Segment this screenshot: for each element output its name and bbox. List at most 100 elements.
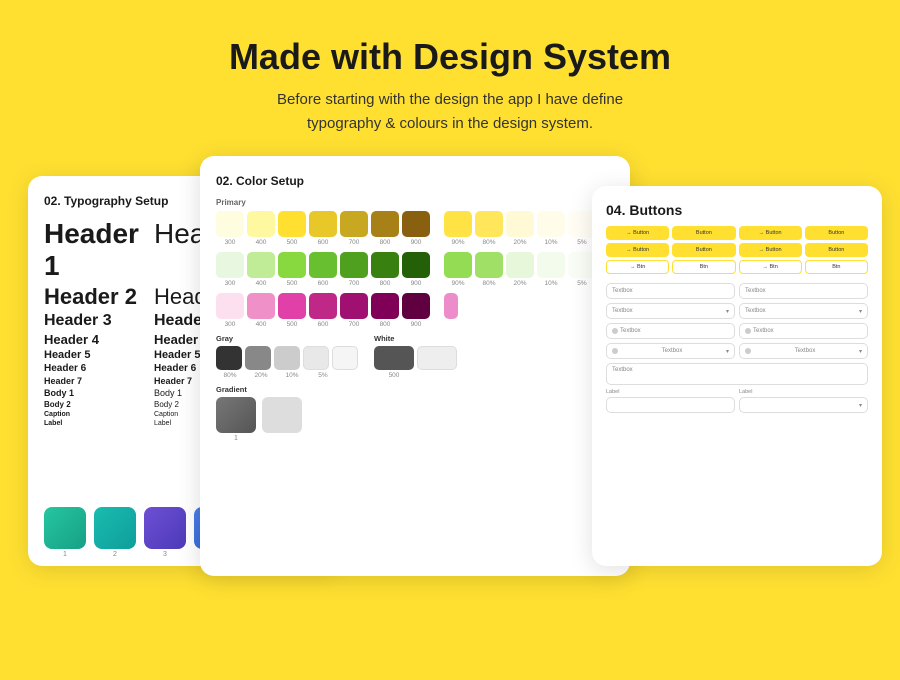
color-card-label: 02. Color Setup [216,174,614,188]
hero-title: Made with Design System [0,36,900,78]
yellow-10 [537,211,565,237]
green-400 [247,252,275,278]
pink-partial [444,293,458,319]
typo-h6-left: Header 6 [44,363,154,374]
grad-swatch-2 [94,507,136,549]
btn-outline-4[interactable]: Btn [805,260,868,274]
typo-h6-right: Header 6 [154,363,196,374]
green-10 [537,252,565,278]
gray-light [274,346,300,370]
gray-section: Gray 80% 20% 10% 5% [216,334,358,379]
input-row-1: Textbox Textbox [606,283,868,299]
pink-600 [309,293,337,319]
btn-row-1: → Button Button → Button Button [606,226,868,240]
yellow-400 [247,211,275,237]
icon-select-1[interactable]: Textbox ▾ [606,343,735,359]
hero-section: Made with Design System Before starting … [0,0,900,156]
user-icon-2 [745,328,751,334]
pink-900 [402,293,430,319]
labeled-input-2: Label ▾ [739,389,868,413]
primary-label: Primary [216,198,614,207]
grad-swatch-1 [44,507,86,549]
gradient-row: 1 [216,397,614,442]
typo-h1-left: Header 1 [44,218,154,282]
textbox-2[interactable]: Textbox [739,283,868,299]
yellow-color-row [216,211,614,237]
gray-labels: 80% 20% 10% 5% [216,372,358,379]
gray-lighter [303,346,329,370]
user-icon-3 [612,348,618,354]
yellow-600 [309,211,337,237]
typo-h4-left: Header 4 [44,332,154,347]
yellow-20 [506,211,534,237]
typo-h7-right: Header 7 [154,376,192,386]
gray-lightest [332,346,358,370]
white-row [374,346,457,370]
green-300 [216,252,244,278]
btn-arrow-2[interactable]: → Button [739,226,802,240]
green-color-row [216,252,614,278]
icon-select-2[interactable]: Textbox ▾ [739,343,868,359]
white-dark-bg [374,346,414,370]
icon-input-2[interactable]: Textbox [739,323,868,339]
btn-outline-1[interactable]: → Btn [606,260,669,274]
btn-plain-3[interactable]: Button [672,243,735,257]
green-labels: 300 400 500 600 700 800 900 90% 80% 20% … [216,280,614,287]
user-icon-4 [745,348,751,354]
btn-plain-2[interactable]: Button [805,226,868,240]
green-900 [402,252,430,278]
select-2[interactable]: Textbox ▾ [739,303,868,319]
pink-500 [278,293,306,319]
typo-body1-left: Body 1 [44,388,154,398]
green-500 [278,252,306,278]
pink-labels: 300 400 500 600 700 800 900 [216,321,614,328]
green-90 [444,252,472,278]
label-input-row: Label Label ▾ [606,389,868,413]
btn-arrow-3[interactable]: → Button [606,243,669,257]
typo-h2-left: Header 2 [44,284,154,310]
typo-h5-right: Header 5 [154,349,200,361]
gray-white-section: Gray 80% 20% 10% 5% White [216,334,614,379]
yellow-labels: 300 400 500 600 700 800 900 90% 80% 20% … [216,239,614,246]
yellow-500 [278,211,306,237]
gray-mid [245,346,271,370]
yellow-80 [475,211,503,237]
yellow-90 [444,211,472,237]
typo-h3-left: Header 3 [44,312,154,330]
btn-row-3: → Btn Btn → Btn Btn [606,260,868,274]
typo-body2-left: Body 2 [44,400,154,409]
pink-color-row [216,293,614,319]
btn-plain-1[interactable]: Button [672,226,735,240]
cards-area: 02. Typography Setup Header 1 Header 1 H… [0,156,900,616]
green-20 [506,252,534,278]
typo-h5-left: Header 5 [44,349,154,361]
white-labels: 500 [374,372,457,379]
input-row-3: Textbox Textbox [606,323,868,339]
typo-body2-right: Body 2 [154,400,179,409]
textarea-1[interactable]: Textbox [606,363,868,385]
pink-700 [340,293,368,319]
icon-input-1[interactable]: Textbox [606,323,735,339]
labeled-input-1: Label [606,389,735,413]
pink-400 [247,293,275,319]
green-80 [475,252,503,278]
btn-outline-2[interactable]: Btn [672,260,735,274]
typo-label-left: Label [44,420,154,427]
white-label: White [374,334,457,343]
yellow-800 [371,211,399,237]
green-600 [309,252,337,278]
labeled-select-1[interactable]: ▾ [739,397,868,413]
select-1[interactable]: Textbox ▾ [606,303,735,319]
textbox-1[interactable]: Textbox [606,283,735,299]
labeled-textbox-1[interactable] [606,397,735,413]
white-light-bg [417,346,457,370]
btn-plain-4[interactable]: Button [805,243,868,257]
pink-800 [371,293,399,319]
btn-arrow-4[interactable]: → Button [739,243,802,257]
user-icon-1 [612,328,618,334]
grad-2-placeholder [262,397,302,433]
yellow-300 [216,211,244,237]
gray-dark [216,346,242,370]
btn-arrow-1[interactable]: → Button [606,226,669,240]
btn-outline-3[interactable]: → Btn [739,260,802,274]
